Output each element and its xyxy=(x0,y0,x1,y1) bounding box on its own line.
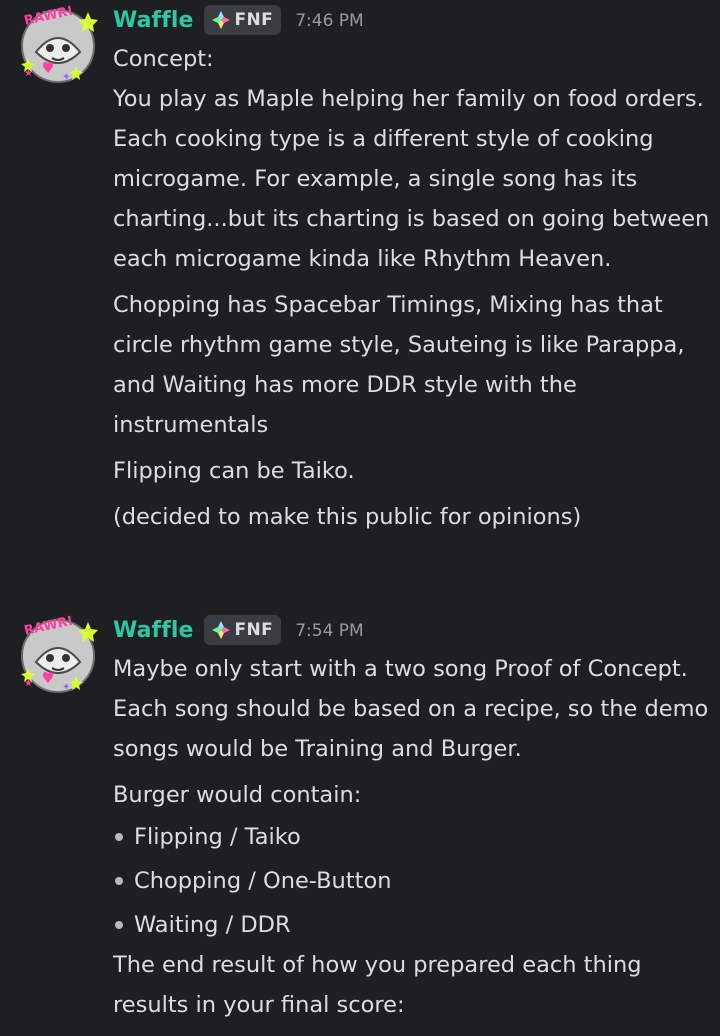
username[interactable]: Waffle xyxy=(113,618,194,643)
list-item-text: Flipping / Taiko xyxy=(134,824,301,850)
message-paragraph: Chopping has Spacebar Timings, Mixing ha… xyxy=(113,292,692,438)
message-paragraph: The end result of how you prepared each … xyxy=(113,952,649,1018)
chat-message: RAWR! ★ ✦ Waffle FNF 7:46 PM Concept: Yo… xyxy=(0,0,720,590)
list-item-text: Chopping / One-Button xyxy=(134,868,392,894)
avatar-image: RAWR! ★ ✦ xyxy=(21,614,98,693)
diamond-tag-icon xyxy=(211,11,230,29)
bullet-icon xyxy=(115,921,123,929)
message-paragraph: (decided to make this public for opinion… xyxy=(113,504,582,530)
server-tag-label: FNF xyxy=(234,620,274,640)
user-avatar[interactable]: RAWR! ★ ✦ xyxy=(18,614,98,694)
diamond-tag-icon xyxy=(211,621,230,639)
message-content: Concept: You play as Maple helping her f… xyxy=(113,39,713,543)
message-paragraph: Flipping can be Taiko. xyxy=(113,458,355,484)
list-item: Flipping / Taiko xyxy=(113,817,713,857)
message-paragraph: Maybe only start with a two song Proof o… xyxy=(113,656,716,762)
server-tag-label: FNF xyxy=(234,10,274,30)
list-item: Waiting / DDR xyxy=(113,905,713,945)
timestamp[interactable]: 7:46 PM xyxy=(295,9,364,31)
bullet-icon xyxy=(115,877,123,885)
server-tag[interactable]: FNF xyxy=(203,5,282,35)
timestamp[interactable]: 7:54 PM xyxy=(295,619,364,641)
user-avatar[interactable]: RAWR! ★ ✦ xyxy=(18,4,98,84)
svg-text:✦: ✦ xyxy=(62,72,70,83)
list-item: Chopping / One-Button xyxy=(113,861,713,901)
message-header: Waffle FNF 7:54 PM xyxy=(113,615,364,645)
svg-text:★: ★ xyxy=(24,678,33,689)
message-paragraph: Burger would contain: xyxy=(113,782,362,808)
chat-message: RAWR! ★ ✦ Waffle FNF 7:54 PM Maybe only … xyxy=(0,610,720,1036)
message-paragraph: Concept: You play as Maple helping her f… xyxy=(113,46,710,272)
message-header: Waffle FNF 7:46 PM xyxy=(113,5,364,35)
list-item-text: Waiting / DDR xyxy=(134,912,291,938)
svg-text:✦: ✦ xyxy=(62,682,70,693)
message-content: Maybe only start with a two song Proof o… xyxy=(113,649,713,1031)
avatar-image: RAWR! ★ ✦ xyxy=(21,4,98,83)
username[interactable]: Waffle xyxy=(113,8,194,33)
svg-text:★: ★ xyxy=(24,68,33,79)
server-tag[interactable]: FNF xyxy=(203,615,282,645)
bullet-icon xyxy=(115,833,123,841)
